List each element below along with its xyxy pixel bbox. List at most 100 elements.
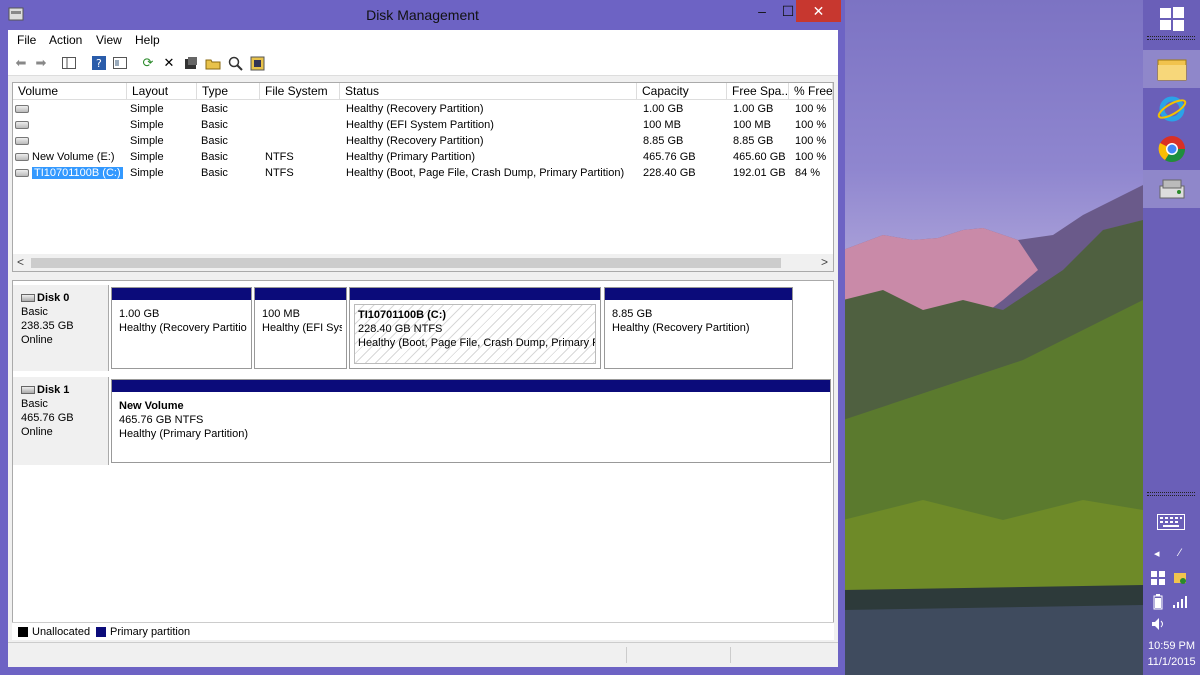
status-cell: Healthy (Primary Partition) <box>346 151 475 163</box>
column-header-status[interactable]: Status <box>340 83 637 100</box>
chrome-icon[interactable] <box>1143 130 1200 168</box>
column-header-capacity[interactable]: Capacity <box>637 83 727 100</box>
type-cell: Basic <box>201 119 228 131</box>
volume-row[interactable]: Simple Basic Healthy (Recovery Partition… <box>13 101 833 117</box>
scroll-left-icon[interactable]: < <box>17 255 24 269</box>
taskbar: ◂ ⁄ 10:59 PM 11/1/2015 <box>1143 0 1200 675</box>
status-cell: Healthy (Recovery Partition) <box>346 103 484 115</box>
disk-1-label[interactable]: Disk 1 Basic 465.76 GB Online <box>13 377 109 465</box>
wifi-signal-icon[interactable] <box>1173 596 1187 611</box>
internet-explorer-icon[interactable] <box>1143 90 1200 128</box>
layout-cell: Simple <box>130 103 164 115</box>
layout-cell: Simple <box>130 119 164 131</box>
volume-name-cell: TI10701100B (C:) <box>15 165 125 181</box>
percent-free-cell: 100 % <box>795 151 827 163</box>
search-icon[interactable] <box>226 54 244 72</box>
menu-view[interactable]: View <box>96 33 122 47</box>
scrollbar-thumb[interactable] <box>31 258 781 268</box>
disk-icon <box>21 386 35 395</box>
volume-speaker-icon[interactable] <box>1151 617 1167 634</box>
fs-cell: NTFS <box>265 167 294 179</box>
fs-cell: NTFS <box>265 151 294 163</box>
taskbar-grip[interactable] <box>1147 492 1195 496</box>
disk-management-icon[interactable] <box>1143 170 1200 208</box>
disk-0-label[interactable]: Disk 0 Basic 238.35 GB Online <box>13 285 109 371</box>
status-cell: Healthy (EFI System Partition) <box>346 119 494 131</box>
legend: Unallocated Primary partition <box>12 622 834 640</box>
unallocated-swatch <box>18 627 28 638</box>
legend-primary-partition: Primary partition <box>96 626 190 638</box>
partition-efi[interactable]: 100 MB Healthy (EFI Syst <box>254 287 347 369</box>
title-bar[interactable]: Disk Management – ☐ ✕ <box>0 0 845 30</box>
capacity-cell: 465.76 GB <box>643 151 696 163</box>
column-header-layout[interactable]: Layout <box>127 83 197 100</box>
legend-unallocated: Unallocated <box>18 626 90 638</box>
column-header-type[interactable]: Type <box>197 83 260 100</box>
menu-help[interactable]: Help <box>135 33 160 47</box>
explore-icon[interactable] <box>248 54 266 72</box>
menu-action[interactable]: Action <box>49 33 82 47</box>
network-icon[interactable]: ⁄ <box>1179 547 1181 559</box>
volume-row[interactable]: New Volume (E:) Simple Basic NTFS Health… <box>13 149 833 165</box>
delete-icon[interactable]: ✕ <box>160 54 178 72</box>
column-header-percent-free[interactable]: % Free <box>789 83 833 100</box>
column-header-file-system[interactable]: File System <box>260 83 340 100</box>
taskbar-grip[interactable] <box>1147 36 1195 40</box>
menu-file[interactable]: File <box>17 33 36 47</box>
clock-time[interactable]: 10:59 PM <box>1143 640 1200 652</box>
primary-partition-bar <box>112 288 251 300</box>
type-cell: Basic <box>201 103 228 115</box>
open-folder-icon[interactable] <box>204 54 222 72</box>
properties-icon[interactable] <box>111 54 129 72</box>
file-explorer-icon[interactable] <box>1143 50 1200 88</box>
layout-cell: Simple <box>130 151 164 163</box>
free-space-cell: 1.00 GB <box>733 103 774 115</box>
column-header-free-space[interactable]: Free Spa... <box>727 83 789 100</box>
volume-row[interactable]: Simple Basic Healthy (EFI System Partiti… <box>13 117 833 133</box>
column-header-volume[interactable]: Volume <box>13 83 127 100</box>
minimize-button[interactable]: – <box>748 0 776 22</box>
drive-icon <box>15 105 29 114</box>
percent-free-cell: 84 % <box>795 167 821 179</box>
type-cell: Basic <box>201 151 228 163</box>
free-space-cell: 100 MB <box>733 119 771 131</box>
volume-row-selected[interactable]: TI10701100B (C:) Simple Basic NTFS Healt… <box>13 165 833 181</box>
primary-partition-bar <box>255 288 346 300</box>
type-cell: Basic <box>201 167 228 179</box>
status-divider <box>626 647 627 663</box>
primary-partition-swatch <box>96 627 106 638</box>
console-tree-icon[interactable] <box>60 54 78 72</box>
close-button[interactable]: ✕ <box>796 0 841 22</box>
scroll-right-icon[interactable]: > <box>821 255 828 269</box>
capacity-cell: 8.85 GB <box>643 135 684 147</box>
partition-info: TI10701100B (C:) 228.40 GB NTFS Healthy … <box>354 304 596 364</box>
disk-size: 238.35 GB <box>21 320 74 332</box>
percent-free-cell: 100 % <box>795 103 827 115</box>
primary-partition-bar <box>112 380 830 392</box>
action-center-icon[interactable] <box>1173 571 1187 588</box>
start-button[interactable] <box>1143 0 1200 38</box>
capacity-cell: 228.40 GB <box>643 167 696 179</box>
clock-date[interactable]: 11/1/2015 <box>1143 656 1200 668</box>
windows-flag-icon[interactable] <box>1151 571 1165 588</box>
forward-arrow-icon[interactable]: ➡ <box>32 54 50 72</box>
layout-cell: Simple <box>130 167 164 179</box>
battery-icon[interactable] <box>1153 594 1163 613</box>
disk-management-window: Disk Management – ☐ ✕ File Action View H… <box>0 0 845 675</box>
partition-info: 8.85 GB Healthy (Recovery Partition) <box>612 308 750 334</box>
help-icon[interactable]: ? <box>90 54 108 72</box>
refresh-icon[interactable]: ⟳ <box>139 54 157 72</box>
show-hidden-icons-icon[interactable]: ◂ <box>1154 547 1160 560</box>
disk-type: Basic <box>21 398 48 410</box>
partition-c-drive[interactable]: TI10701100B (C:) 228.40 GB NTFS Healthy … <box>349 287 601 369</box>
partition-new-volume[interactable]: New Volume 465.76 GB NTFS Healthy (Prima… <box>111 379 831 463</box>
partition-recovery-2[interactable]: 8.85 GB Healthy (Recovery Partition) <box>604 287 793 369</box>
properties-sheet-icon[interactable] <box>182 54 200 72</box>
horizontal-scrollbar[interactable]: < > <box>13 254 833 271</box>
wallpaper-mountain-image <box>843 185 1143 675</box>
back-arrow-icon[interactable]: ⬅ <box>12 54 30 72</box>
volume-row[interactable]: Simple Basic Healthy (Recovery Partition… <box>13 133 833 149</box>
disk-name: Disk 0 <box>37 292 70 304</box>
keyboard-icon[interactable] <box>1157 514 1185 533</box>
partition-recovery-1[interactable]: 1.00 GB Healthy (Recovery Partitio <box>111 287 252 369</box>
